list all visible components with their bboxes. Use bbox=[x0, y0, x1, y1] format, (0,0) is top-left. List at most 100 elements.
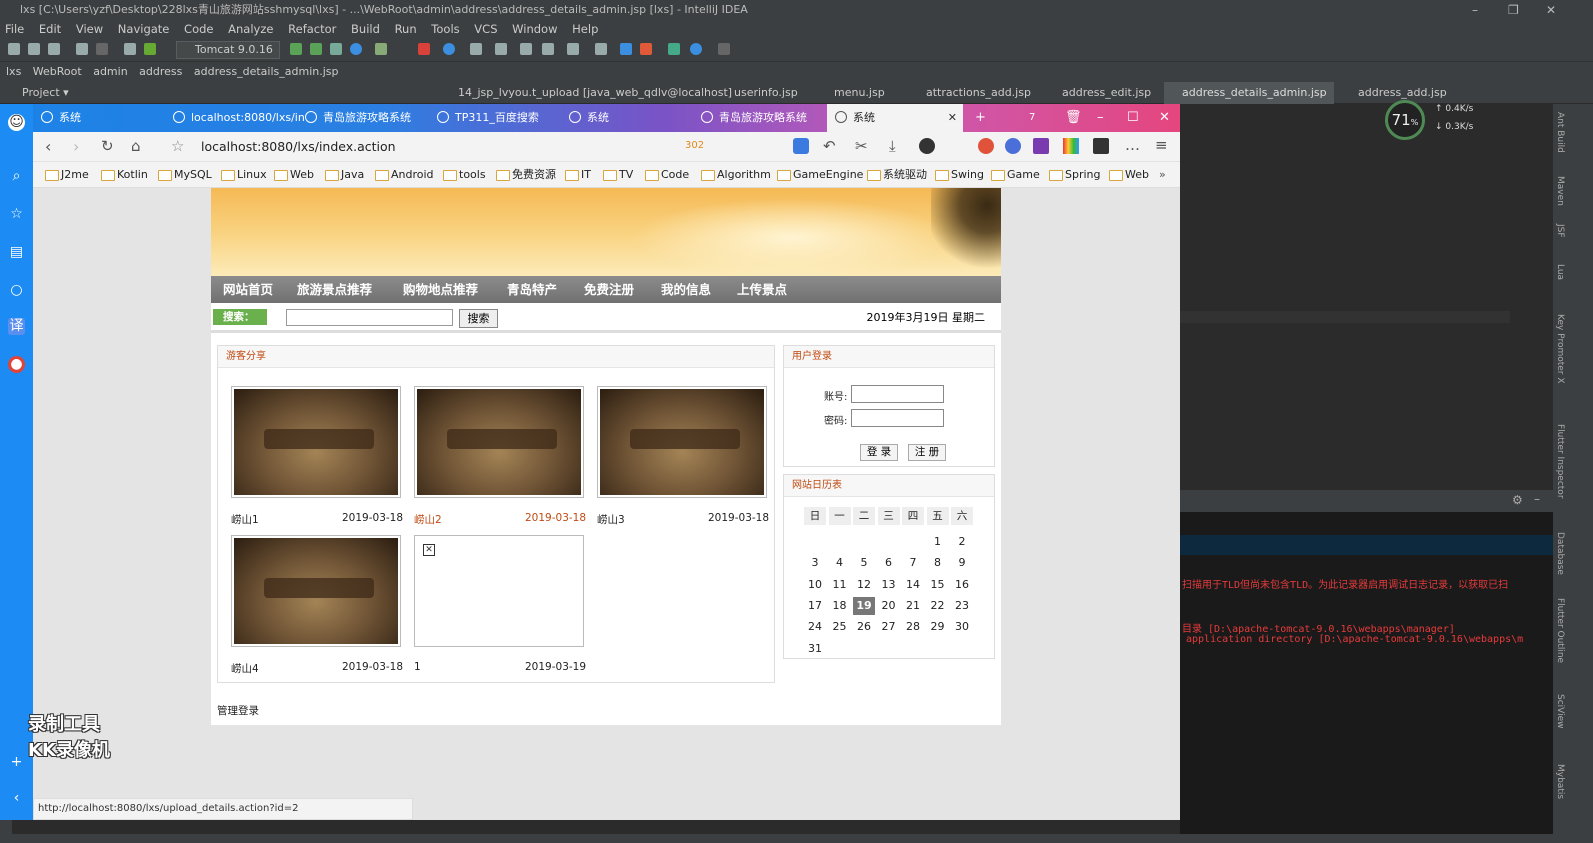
maximize-icon[interactable]: ☐ bbox=[1127, 104, 1139, 132]
menu-tools[interactable]: Tools bbox=[431, 22, 459, 36]
menu-vcs[interactable]: VCS bbox=[474, 22, 497, 36]
extension-icon[interactable] bbox=[978, 138, 994, 154]
breadcrumb-file[interactable]: address_details_admin.jsp bbox=[194, 65, 339, 78]
flutter-inspector-tab[interactable]: Flutter Inspector bbox=[1555, 424, 1565, 499]
calendar-day[interactable]: 31 bbox=[804, 640, 826, 658]
menu-refactor[interactable]: Refactor bbox=[288, 22, 336, 36]
browser-tab[interactable]: localhost:8080/lxs/in bbox=[165, 104, 305, 132]
flutter-outline-tab[interactable]: Flutter Outline bbox=[1555, 598, 1565, 663]
hide-icon[interactable]: – bbox=[1534, 492, 1540, 506]
bookmark-tv[interactable]: TV bbox=[603, 162, 633, 188]
search-input[interactable] bbox=[286, 309, 453, 326]
download-icon[interactable]: ⤓ bbox=[889, 137, 896, 155]
settings-icon[interactable] bbox=[520, 43, 532, 55]
tab-address-edit[interactable]: address_edit.jsp bbox=[1044, 82, 1151, 104]
vcs-icon[interactable] bbox=[718, 43, 730, 55]
menu-view[interactable]: View bbox=[76, 22, 103, 36]
url-input[interactable]: localhost:8080/lxs/index.action bbox=[201, 139, 396, 154]
bookmark-drivers[interactable]: 系统驱动 bbox=[867, 162, 927, 188]
bookmark-web[interactable]: Web bbox=[274, 162, 314, 188]
tab-count[interactable]: 7 bbox=[1029, 104, 1035, 132]
browser-tab[interactable]: 系统 bbox=[33, 104, 165, 132]
bookmark-it[interactable]: IT bbox=[565, 162, 591, 188]
breadcrumb-webroot[interactable]: WebRoot bbox=[33, 65, 82, 78]
close-icon[interactable]: ✕ bbox=[1159, 104, 1170, 132]
translate-icon[interactable] bbox=[793, 138, 809, 154]
gear-icon[interactable]: ⚙ bbox=[1512, 493, 1523, 507]
thumbnail-5[interactable]: ✕ bbox=[414, 535, 584, 647]
calendar-day[interactable]: 16 bbox=[951, 576, 973, 594]
menu-code[interactable]: Code bbox=[184, 22, 213, 36]
thumbnail-1[interactable] bbox=[231, 386, 401, 498]
bookmark-kotlin[interactable]: Kotlin bbox=[101, 162, 148, 188]
calendar-day[interactable]: 30 bbox=[951, 618, 973, 636]
new-tab-icon[interactable]: + bbox=[975, 104, 986, 132]
close-icon[interactable]: ✕ bbox=[1546, 0, 1556, 20]
menu-icon[interactable]: ≡ bbox=[1155, 136, 1168, 154]
breadcrumb-lxs[interactable]: lxs bbox=[6, 65, 21, 78]
onenote-icon[interactable] bbox=[1033, 138, 1049, 154]
calendar-day[interactable]: 18 bbox=[829, 597, 851, 615]
menu-window[interactable]: Window bbox=[512, 22, 557, 36]
menu-help[interactable]: Help bbox=[572, 22, 598, 36]
update-icon[interactable] bbox=[443, 43, 455, 55]
calendar-day[interactable]: 25 bbox=[829, 618, 851, 636]
menu-analyze[interactable]: Analyze bbox=[228, 22, 273, 36]
cut-icon[interactable]: ✂ bbox=[855, 137, 868, 155]
bookmark-algorithm[interactable]: Algorithm bbox=[701, 162, 771, 188]
lua-tab[interactable]: Lua bbox=[1555, 264, 1565, 280]
reader-icon[interactable]: ▤ bbox=[8, 244, 25, 261]
run-icon[interactable] bbox=[290, 43, 302, 55]
item-name[interactable]: 1 bbox=[414, 661, 421, 673]
calendar-day[interactable]: 11 bbox=[829, 576, 851, 594]
bookmark-spring[interactable]: Spring bbox=[1049, 162, 1101, 188]
ant-build-tab[interactable]: Ant Build bbox=[1555, 112, 1565, 153]
bookmark-star-icon[interactable]: ☆ bbox=[171, 137, 184, 155]
browser-tab-active[interactable]: 系统 ✕ bbox=[827, 104, 963, 132]
attach-icon[interactable] bbox=[375, 43, 387, 55]
calendar-day[interactable]: 20 bbox=[878, 597, 900, 615]
extension-icon[interactable] bbox=[1063, 138, 1079, 154]
bookmark-java[interactable]: Java bbox=[325, 162, 364, 188]
code-editor[interactable] bbox=[1180, 104, 1553, 470]
calendar-day[interactable]: 8 bbox=[927, 554, 949, 572]
bookmark-gameengine[interactable]: GameEngine bbox=[777, 162, 863, 188]
bookmark-tools[interactable]: tools bbox=[443, 162, 486, 188]
undo-icon[interactable]: ↶ bbox=[823, 137, 836, 155]
coverage-icon[interactable] bbox=[330, 43, 342, 55]
sync-icon[interactable] bbox=[48, 43, 60, 55]
save-icon[interactable] bbox=[28, 43, 40, 55]
project-tool-button[interactable]: Project ▾ bbox=[22, 84, 92, 102]
search-button[interactable]: 搜索 bbox=[459, 309, 498, 328]
more-icon[interactable]: … bbox=[1125, 136, 1140, 154]
calendar-day[interactable]: 6 bbox=[878, 554, 900, 572]
calendar-day[interactable]: 15 bbox=[927, 576, 949, 594]
key-promoter-tab[interactable]: Key Promoter X bbox=[1555, 314, 1565, 384]
collapse-icon[interactable]: ‹ bbox=[8, 790, 25, 807]
trash-icon[interactable]: 🗑 bbox=[1065, 104, 1082, 132]
item-name[interactable]: 崂山1 bbox=[231, 512, 259, 527]
calendar-day[interactable]: 10 bbox=[804, 576, 826, 594]
calendar-day[interactable]: 27 bbox=[878, 618, 900, 636]
bookmark-web-2[interactable]: Web bbox=[1109, 162, 1149, 188]
menu-edit[interactable]: Edit bbox=[39, 22, 61, 36]
tab-attractions-add[interactable]: attractions_add.jsp bbox=[908, 82, 1031, 104]
thumbnail-4[interactable] bbox=[231, 535, 401, 647]
console-output[interactable]: 扫描用于TLD但尚未包含TLD。为此记录器启用调试日志记录，以获取已扫 目录 [… bbox=[1180, 512, 1553, 834]
terminal-icon[interactable] bbox=[595, 43, 607, 55]
bookmark-linux[interactable]: Linux bbox=[221, 162, 267, 188]
calendar-day[interactable]: 22 bbox=[927, 597, 949, 615]
item-name[interactable]: 崂山4 bbox=[231, 661, 259, 676]
calendar-day[interactable]: 14 bbox=[902, 576, 924, 594]
database-tab[interactable]: Database bbox=[1555, 532, 1565, 575]
mybatis-tab[interactable]: Mybatis bbox=[1555, 764, 1565, 799]
extension-icon[interactable] bbox=[1093, 138, 1109, 154]
translate-icon[interactable] bbox=[620, 43, 632, 55]
nav-upload[interactable]: 上传景点 bbox=[737, 276, 787, 303]
calendar-day[interactable]: 29 bbox=[927, 618, 949, 636]
structure-icon[interactable] bbox=[124, 43, 136, 55]
calendar-day[interactable]: 2 bbox=[951, 533, 973, 551]
tab-db-table[interactable]: 14_jsp_lvyou.t_upload [java_web_qdlv@loc… bbox=[440, 82, 732, 104]
calendar-day[interactable]: 12 bbox=[853, 576, 875, 594]
back-icon[interactable]: ‹ bbox=[45, 137, 51, 156]
